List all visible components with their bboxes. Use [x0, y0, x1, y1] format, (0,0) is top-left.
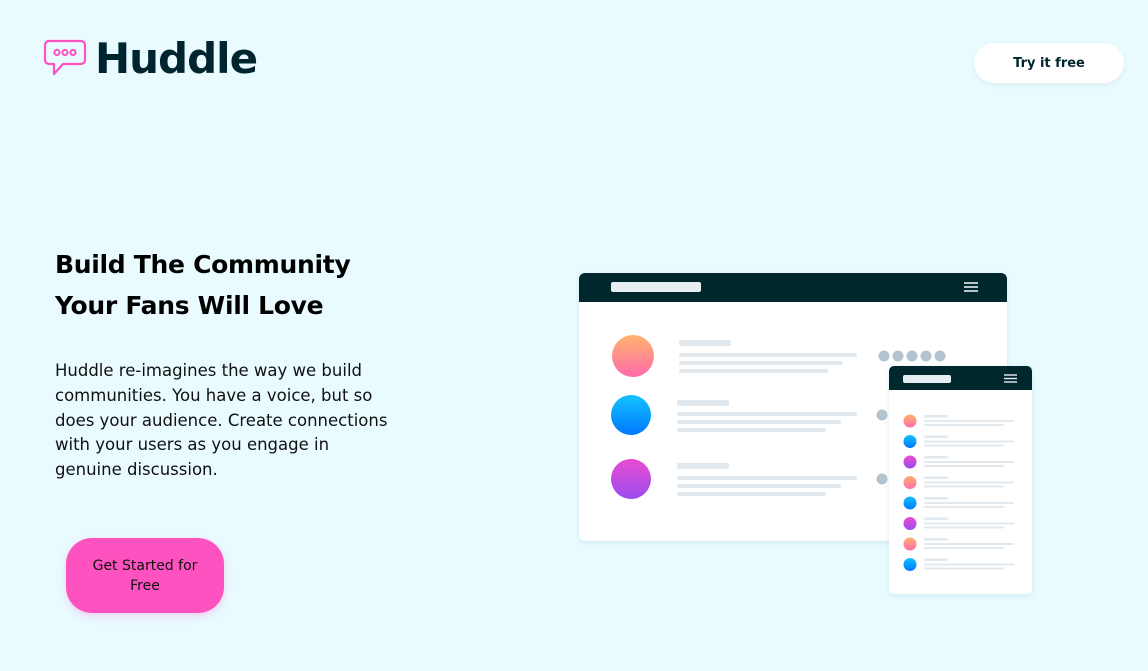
hero-title-line-1: Build The Community — [55, 250, 351, 279]
hero-title: Build The Community Your Fans Will Love — [55, 244, 455, 326]
landing-page: Huddle Try it free Build The Community Y… — [0, 0, 1148, 671]
try-it-free-button[interactable]: Try it free — [974, 43, 1124, 83]
chat-bubble-icon — [43, 39, 87, 76]
hero-title-line-2: Your Fans Will Love — [55, 291, 324, 320]
get-started-button[interactable]: Get Started for Free — [66, 538, 224, 613]
app-mockup-illustration — [579, 273, 1032, 594]
hero-description: Huddle re-imagines the way we build comm… — [55, 361, 388, 480]
brand-logo[interactable]: Huddle — [43, 34, 258, 83]
brand-name: Huddle — [95, 34, 258, 83]
